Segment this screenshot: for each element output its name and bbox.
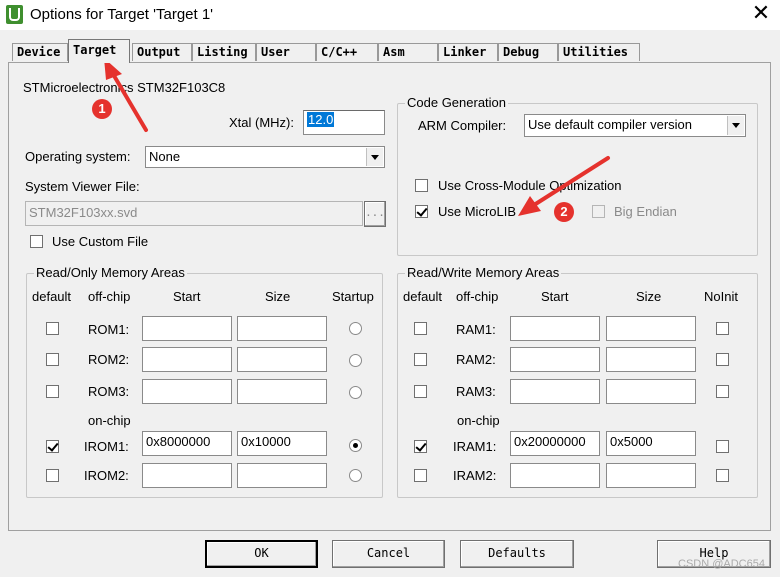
arrow-annotation-1 <box>104 58 148 132</box>
tab-target[interactable]: Target <box>68 39 130 63</box>
annotation-arrows <box>104 58 610 216</box>
annotation-badge-1: 1 <box>92 99 112 119</box>
watermark: CSDN @ADC654 <box>678 558 765 570</box>
annotation-badge-2: 2 <box>554 202 574 222</box>
